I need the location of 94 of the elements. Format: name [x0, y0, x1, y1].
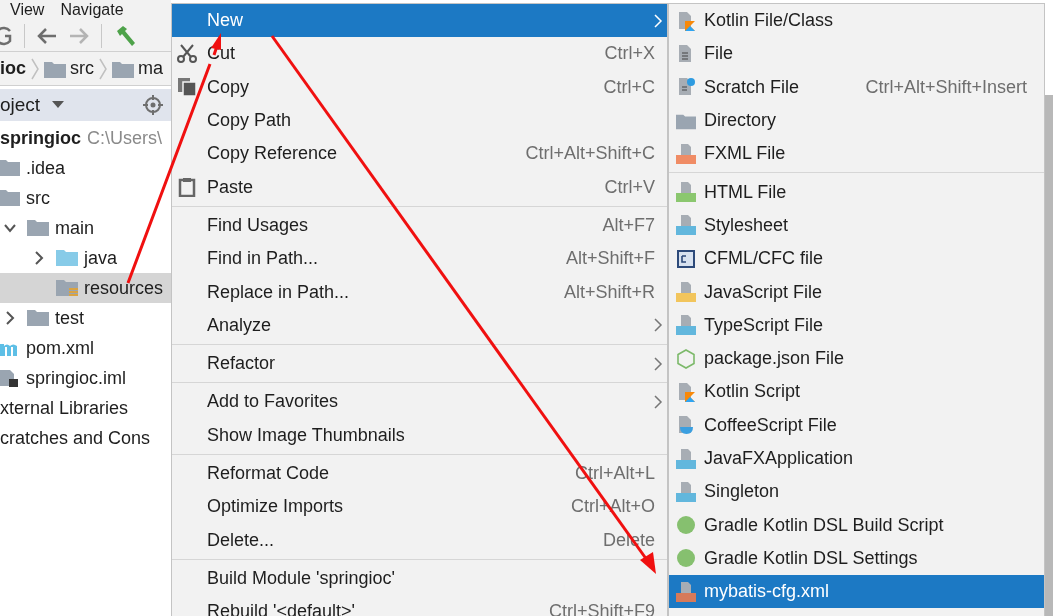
locate-icon[interactable]	[143, 95, 163, 115]
scratch-file-icon	[676, 77, 696, 98]
menu-item[interactable]: HTML File	[669, 175, 1044, 209]
shortcut-text: Ctrl+Alt+Shift+C	[525, 142, 655, 166]
menu-item[interactable]: Find in Path... Alt+Shift+F	[172, 242, 667, 276]
folder-icon	[0, 158, 20, 178]
copy-icon	[177, 77, 197, 98]
chevron-icon	[98, 56, 108, 81]
menu-item[interactable]: Show Image Thumbnails	[172, 418, 667, 452]
tree-item[interactable]: resources	[84, 274, 164, 302]
menu-item[interactable]: Scratch File Ctrl+Alt+Shift+Insert	[669, 70, 1044, 104]
menu-item[interactable]: Navigate	[60, 0, 124, 20]
tree-item[interactable]: java	[84, 244, 118, 272]
file-type-icon	[676, 448, 696, 469]
chevron-icon	[30, 56, 40, 81]
folder-icon	[0, 188, 20, 208]
folder-icon	[112, 59, 134, 78]
tree-item[interactable]: xternal Libraries	[0, 394, 129, 422]
dropdown-caret-icon[interactable]	[52, 101, 65, 109]
gradle-icon	[676, 515, 696, 536]
tree-item[interactable]: src	[26, 184, 50, 212]
shortcut-text: Ctrl+C	[603, 75, 655, 99]
menu-item[interactable]: Directory	[669, 103, 1044, 138]
breadcrumb-item[interactable]: src	[70, 55, 94, 82]
menu-item[interactable]: TypeScript File	[669, 308, 1044, 342]
menu-item[interactable]: Copy Ctrl+C	[172, 70, 667, 104]
gradle-icon	[676, 548, 696, 569]
file-type-icon	[676, 481, 696, 502]
clipboard-icon	[177, 177, 197, 198]
hammer-icon[interactable]	[114, 23, 138, 48]
tree-item[interactable]: cratches and Cons	[0, 424, 151, 452]
menu-item[interactable]: JavaScript File	[669, 275, 1044, 309]
menu-item[interactable]: New	[172, 4, 667, 38]
cfml-file-icon	[676, 248, 696, 269]
hexagon-icon	[676, 348, 696, 369]
kotlin-file-icon	[676, 381, 696, 402]
coffee-file-icon	[676, 415, 696, 436]
scissors-icon	[177, 43, 197, 64]
menu-item[interactable]: View	[10, 0, 45, 20]
file-type-icon	[676, 581, 696, 602]
folder-icon	[44, 59, 66, 78]
menu-item[interactable]: Kotlin Script	[669, 375, 1044, 409]
shortcut-text: Ctrl+V	[604, 175, 655, 199]
menu-item[interactable]: CFML/CFC file	[669, 242, 1044, 276]
menu-item[interactable]: Build Module 'springioc'	[172, 561, 667, 596]
menu-item[interactable]: Refactor	[172, 346, 667, 381]
tree-item[interactable]: springioc	[0, 124, 81, 152]
menu-item[interactable]: Find Usages Alt+F7	[172, 208, 667, 243]
folder-icon	[27, 218, 49, 238]
menu-item[interactable]: JavaFXApplication	[669, 441, 1044, 476]
menu-item[interactable]: mybatis-cfg.xml	[669, 575, 1044, 609]
refresh-icon[interactable]	[0, 24, 12, 47]
file-type-icon	[676, 143, 696, 164]
shortcut-text: Ctrl+Alt+Shift+Insert	[865, 75, 1028, 99]
tree-item[interactable]: test	[55, 304, 84, 332]
file-type-icon	[676, 315, 696, 336]
scrollbar[interactable]	[1045, 95, 1053, 616]
folder-icon	[56, 248, 78, 268]
menu-item[interactable]: Gradle Kotlin DSL Build Script	[669, 508, 1044, 542]
menu-item[interactable]: CoffeeScript File	[669, 408, 1044, 442]
tree-item[interactable]: pom.xml	[26, 334, 94, 362]
file-type-icon	[676, 282, 696, 302]
breadcrumb-item[interactable]: ioc	[0, 55, 26, 82]
tree-row[interactable]: resources	[0, 273, 171, 303]
path-hint: C:\Users\	[87, 126, 163, 150]
shortcut-text: Alt+F7	[602, 213, 655, 237]
tree-item[interactable]: .idea	[26, 154, 66, 182]
back-arrow-icon[interactable]	[37, 26, 57, 45]
menu-item[interactable]: FXML File	[669, 137, 1044, 171]
module-file-icon	[0, 368, 20, 388]
tree-item[interactable]: main	[55, 214, 94, 242]
folder-icon	[56, 278, 78, 298]
menu-item[interactable]: Copy Reference Ctrl+Alt+Shift+C	[172, 137, 667, 171]
shortcut-text: Ctrl+X	[604, 42, 655, 66]
shortcut-text: Alt+Shift+F	[565, 247, 655, 271]
menu-item[interactable]: Stylesheet	[669, 208, 1044, 243]
menu-item[interactable]: Paste Ctrl+V	[172, 170, 667, 204]
menu-item[interactable]: package.json File	[669, 341, 1044, 376]
file-type-icon	[676, 182, 696, 203]
menu-item[interactable]: File	[669, 37, 1044, 71]
menu-item[interactable]: Copy Path	[172, 103, 667, 138]
breadcrumb-item[interactable]: ma	[138, 55, 164, 82]
menu-item[interactable]: Kotlin File/Class	[669, 4, 1044, 38]
kotlin-file-icon	[676, 10, 696, 31]
menu-item[interactable]: Replace in Path... Alt+Shift+R	[172, 275, 667, 309]
menu-item[interactable]: Analyze	[172, 308, 667, 342]
tree-item[interactable]: springioc.iml	[26, 364, 127, 392]
shortcut-text: Alt+Shift+R	[563, 280, 655, 304]
menu-item[interactable]: Add to Favorites	[172, 385, 667, 419]
menu-item[interactable]: Singleton	[669, 475, 1044, 509]
file-type-icon	[676, 215, 696, 236]
menu-item[interactable]: Gradle Kotlin DSL Settings	[669, 541, 1044, 576]
panel-title[interactable]: oject	[0, 90, 41, 120]
folder-icon	[27, 308, 49, 328]
